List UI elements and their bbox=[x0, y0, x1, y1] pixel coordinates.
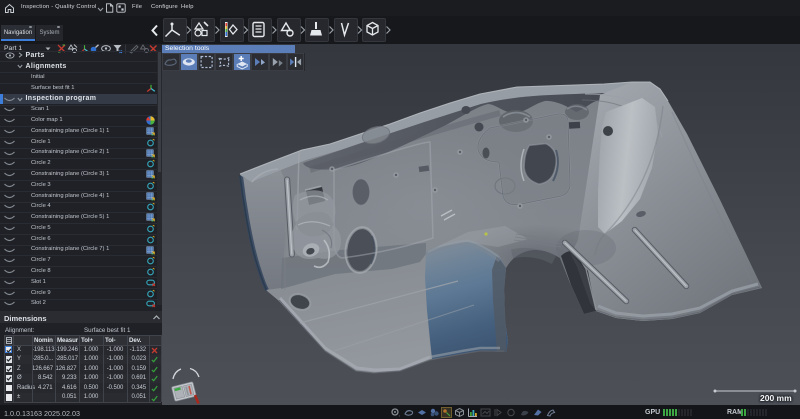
svg-text:,: , bbox=[399, 412, 400, 418]
